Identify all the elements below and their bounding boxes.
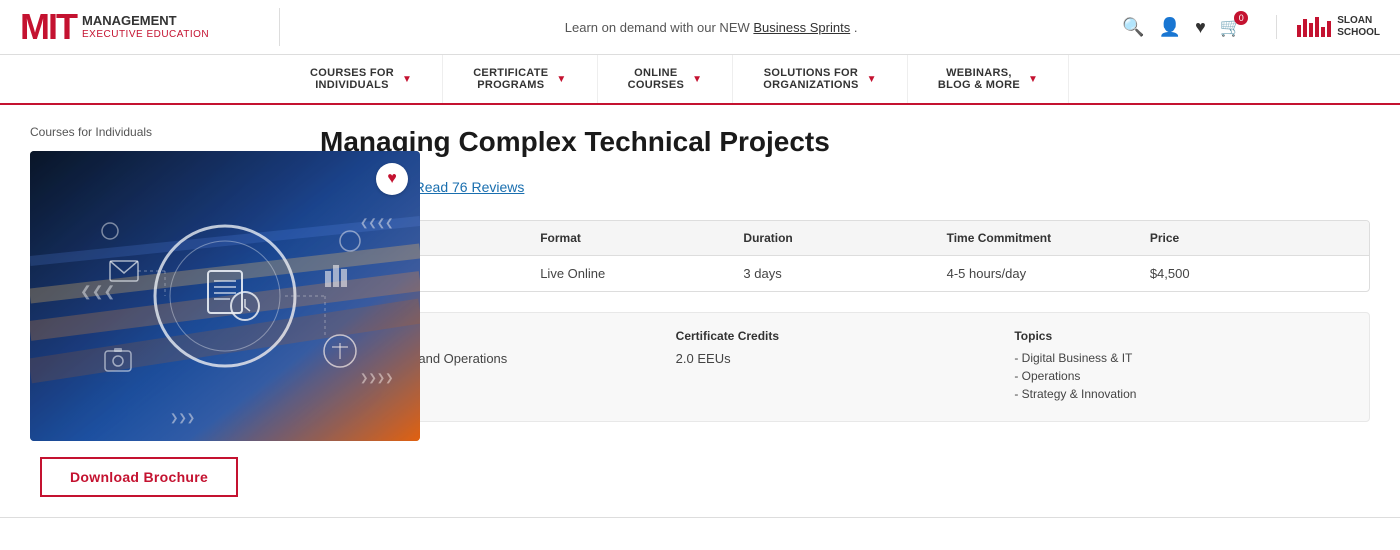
- sloan-text: SLOAN SCHOOL: [1337, 15, 1380, 39]
- read-reviews-link[interactable]: Read 76 Reviews: [415, 179, 525, 195]
- main-nav: COURSES FORINDIVIDUALS ▼ CERTIFICATEPROG…: [0, 55, 1400, 105]
- nav-courses-individuals[interactable]: COURSES FORINDIVIDUALS ▼: [280, 55, 443, 103]
- cart-badge: 0: [1234, 11, 1248, 25]
- sloan-line1: SLOAN: [1337, 15, 1372, 26]
- breadcrumb: Courses for Individuals: [30, 125, 300, 139]
- banner-message: Learn on demand with our NEW Business Sp…: [280, 20, 1122, 35]
- nav-webinars-label: WEBINARS,BLOG & MORE: [938, 67, 1020, 91]
- mit-logo: MIT: [20, 9, 76, 45]
- chevron-down-icon: ▼: [1028, 74, 1038, 85]
- logo-area: MIT MANAGEMENT EXECUTIVE EDUCATION: [0, 8, 280, 46]
- table-header: Course Dates Format Duration Time Commit…: [321, 221, 1369, 256]
- topic-3: - Strategy & Innovation: [1014, 387, 1353, 401]
- svg-text:❮❮❮: ❮❮❮: [80, 283, 115, 300]
- bar4: [1315, 17, 1319, 37]
- credits-value: 2.0 EEUs: [676, 351, 1015, 366]
- course-image: ❮❮❮ ❮❮❮❮ ❯❯❯❯ ❯❯❯ ♥: [30, 151, 420, 441]
- nav-solutions-orgs[interactable]: SOLUTIONS FORORGANIZATIONS ▼: [733, 55, 908, 103]
- wishlist-button[interactable]: ♥: [376, 163, 408, 195]
- exec-label: EXECUTIVE EDUCATION: [82, 29, 209, 41]
- cell-format: Live Online: [540, 266, 743, 281]
- nav-cert-label: CERTIFICATEPROGRAMS: [473, 67, 548, 91]
- bottom-divider: [0, 517, 1400, 518]
- table-data-row: Dec 4-6, 2024 Live Online 3 days 4-5 hou…: [321, 256, 1369, 291]
- cell-time-commitment: 4-5 hours/day: [947, 266, 1150, 281]
- download-button-area: Download Brochure: [30, 441, 300, 507]
- bar2: [1303, 19, 1307, 37]
- nav-webinars[interactable]: WEBINARS,BLOG & MORE ▼: [908, 55, 1069, 103]
- nav-certificate-programs[interactable]: CERTIFICATEPROGRAMS ▼: [443, 55, 597, 103]
- user-icon[interactable]: 👤: [1159, 17, 1181, 38]
- download-brochure-button[interactable]: Download Brochure: [40, 457, 238, 497]
- lower-info: Tracks Technology and Operations Certifi…: [320, 312, 1370, 422]
- course-image-bg: ❮❮❮ ❮❮❮❮ ❯❯❯❯ ❯❯❯: [30, 151, 420, 441]
- chevron-down-icon: ▼: [692, 74, 702, 85]
- content-area: Courses for Individuals: [0, 105, 1400, 507]
- sloan-line2: SCHOOL: [1337, 27, 1380, 38]
- svg-text:❮❮❮❮: ❮❮❮❮: [360, 218, 394, 229]
- header-format: Format: [540, 231, 743, 245]
- credits-section: Certificate Credits 2.0 EEUs: [676, 329, 1015, 405]
- cell-duration: 3 days: [743, 266, 946, 281]
- left-column: Courses for Individuals: [20, 125, 300, 507]
- cell-price: $4,500: [1150, 266, 1353, 281]
- main-content: Managing Complex Technical Projects ★★★★…: [300, 125, 1400, 507]
- nav-online-courses[interactable]: ONLINECOURSES ▼: [598, 55, 734, 103]
- wishlist-icon[interactable]: ♥: [1195, 17, 1206, 38]
- course-title: Managing Complex Technical Projects: [320, 125, 1370, 159]
- sloan-bars-icon: [1297, 17, 1331, 37]
- search-icon[interactable]: 🔍: [1122, 17, 1144, 38]
- banner-suffix: .: [854, 20, 858, 35]
- bar3: [1309, 23, 1313, 37]
- management-label: MANAGEMENT: [82, 13, 209, 29]
- top-banner: MIT MANAGEMENT EXECUTIVE EDUCATION Learn…: [0, 0, 1400, 55]
- bar5: [1321, 27, 1325, 37]
- nav-courses-label: COURSES FORINDIVIDUALS: [310, 67, 394, 91]
- header-duration: Duration: [743, 231, 946, 245]
- banner-icons: 🔍 👤 ♥ 🛒 0 SLOAN SCHOOL: [1122, 15, 1380, 39]
- topics-section: Topics - Digital Business & IT - Operati…: [1014, 329, 1353, 405]
- nav-online-label: ONLINECOURSES: [628, 67, 685, 91]
- sloan-logo: SLOAN SCHOOL: [1276, 15, 1380, 39]
- credits-label: Certificate Credits: [676, 329, 1015, 343]
- course-table: Course Dates Format Duration Time Commit…: [320, 220, 1370, 292]
- chevron-down-icon: ▼: [867, 74, 877, 85]
- bar1: [1297, 25, 1301, 37]
- cart-icon[interactable]: 🛒 0: [1220, 17, 1242, 38]
- bar6: [1327, 21, 1331, 37]
- svg-text:❯❯❯❯: ❯❯❯❯: [360, 373, 394, 384]
- chevron-down-icon: ▼: [556, 74, 566, 85]
- logo-sub: MANAGEMENT EXECUTIVE EDUCATION: [82, 13, 209, 41]
- svg-text:❯❯❯: ❯❯❯: [170, 413, 195, 424]
- topics-label: Topics: [1014, 329, 1353, 343]
- chevron-down-icon: ▼: [402, 74, 412, 85]
- header-time-commitment: Time Commitment: [947, 231, 1150, 245]
- circuit-overlay-icon: ❮❮❮ ❮❮❮❮ ❯❯❯❯ ❯❯❯: [30, 151, 420, 441]
- business-sprints-link[interactable]: Business Sprints: [753, 20, 850, 35]
- header-price: Price: [1150, 231, 1353, 245]
- banner-text: Learn on demand with our NEW: [565, 20, 754, 35]
- nav-solutions-label: SOLUTIONS FORORGANIZATIONS: [763, 67, 858, 91]
- topic-1: - Digital Business & IT: [1014, 351, 1353, 365]
- topic-2: - Operations: [1014, 369, 1353, 383]
- rating-row: ★★★★☆ Read 76 Reviews: [320, 175, 1370, 200]
